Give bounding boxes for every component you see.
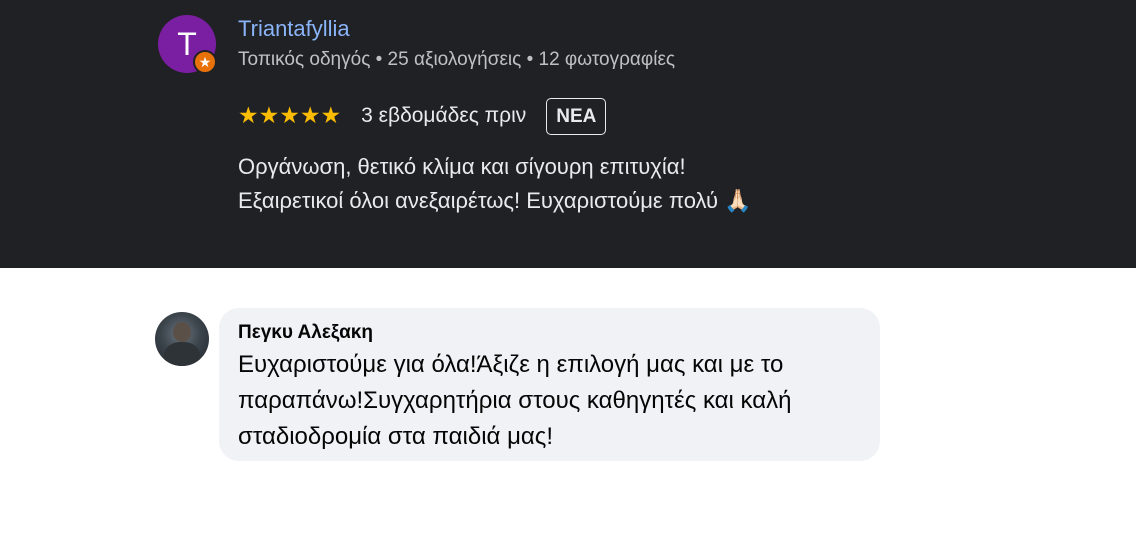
review-text-line: Εξαιρετικοί όλοι ανεξαιρέτως! Ευχαριστού… (238, 188, 752, 213)
comment-bubble: Πεγκυ Αλεξακη Ευχαριστούμε για όλα!Άξιζε… (219, 308, 880, 461)
review-text-line: Οργάνωση, θετικό κλίμα και σίγουρη επιτυ… (238, 154, 686, 179)
commenter-avatar[interactable] (155, 312, 209, 366)
star-badge-icon: ★ (193, 50, 217, 74)
review-time: 3 εβδομάδες πριν (361, 104, 527, 127)
comment-text: Ευχαριστούμε για όλα!Άξιζε η επιλογή μας… (238, 347, 860, 455)
comment-author[interactable]: Πεγκυ Αλεξακη (238, 320, 860, 346)
comment-text-line: σταδιοδρομία στα παιδιά μας! (238, 423, 554, 450)
reviewer-name[interactable]: Triantafyllia (238, 16, 350, 42)
comment-text-line: Ευχαριστούμε για όλα!Άξιζε η επιλογή μας… (238, 351, 784, 378)
comment-text-line: παραπάνω!Συγχαρητήρια στους καθηγητές κα… (238, 387, 792, 414)
avatar-body-shape (164, 342, 200, 366)
new-badge: ΝΕΑ (546, 97, 607, 135)
rating-row: ★★★★★ 3 εβδομάδες πριν ΝΕΑ (238, 96, 607, 136)
reviewer-meta: Τοπικός οδηγός • 25 αξιολογήσεις • 12 φω… (238, 49, 676, 70)
star-rating-icon: ★★★★★ (238, 103, 342, 129)
review-card: T ★ Triantafyllia Τοπικός οδηγός • 25 αξ… (0, 0, 1136, 268)
avatar-head-shape (173, 322, 191, 342)
review-text: Οργάνωση, θετικό κλίμα και σίγουρη επιτυ… (238, 150, 752, 218)
